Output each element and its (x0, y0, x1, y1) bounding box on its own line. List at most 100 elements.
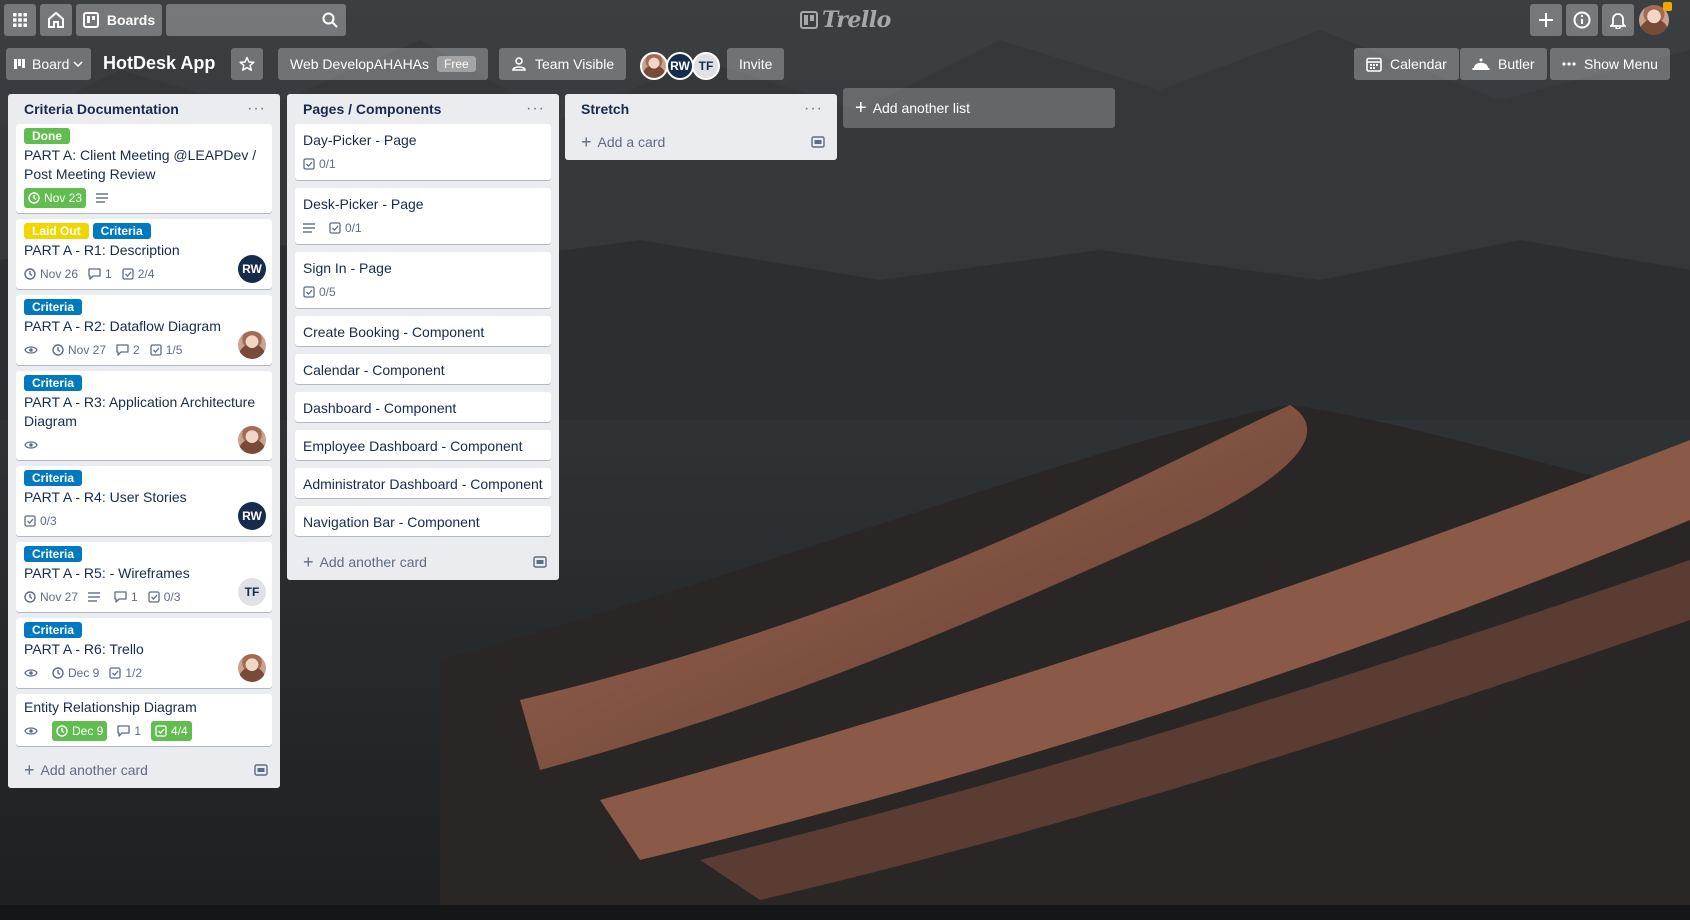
due-date-badge[interactable]: Nov 27 (24, 587, 78, 607)
card-member-avatar[interactable]: RW (238, 502, 266, 530)
home-icon (48, 11, 64, 28)
due-date-text: Nov 26 (40, 267, 79, 281)
card[interactable]: Criteria PART A - R3: Application Archite… (16, 371, 272, 460)
plus-icon: + (855, 97, 867, 119)
list-menu-ellipsis-icon[interactable]: ··· (243, 100, 270, 118)
list-title[interactable]: Criteria Documentation (24, 101, 179, 117)
add-card-button[interactable]: + Add another card (287, 544, 559, 580)
card[interactable]: Laid Out Criteria PART A - R1: Description… (16, 219, 272, 289)
card-label-blue[interactable]: Criteria (24, 299, 83, 315)
ellipsis-icon (1562, 62, 1576, 66)
due-date-text: Dec 9 (68, 666, 100, 680)
card-title: PART A - R6: Trello (24, 641, 144, 657)
due-date-text: Dec 9 (72, 724, 104, 738)
workspace-button[interactable]: Web DevelopAHAHAs Free (278, 48, 488, 80)
comments-count: 1 (131, 590, 138, 604)
butler-label: Butler (1498, 56, 1535, 72)
apps-grid-button[interactable] (4, 4, 36, 36)
star-board-button[interactable] (231, 48, 263, 80)
card[interactable]: Done PART A: Client Meeting @LEAPDev / Po… (16, 124, 272, 213)
clock-icon (52, 667, 64, 679)
card[interactable]: Navigation Bar - Component (295, 506, 551, 536)
show-menu-button[interactable]: Show Menu (1550, 48, 1670, 80)
card[interactable]: Create Booking - Component (295, 316, 551, 346)
boards-button[interactable]: Boards (76, 4, 162, 36)
card-template-icon[interactable] (811, 136, 825, 148)
due-date-badge[interactable]: Nov 27 (52, 340, 106, 360)
card-label-blue[interactable]: Criteria (24, 546, 83, 562)
checklist-icon (24, 515, 36, 527)
card-template-icon[interactable] (254, 764, 268, 776)
add-card-button[interactable]: + Add another card (8, 752, 280, 788)
list-title[interactable]: Pages / Components (303, 101, 441, 117)
card-label-blue[interactable]: Criteria (24, 622, 83, 638)
due-date-badge[interactable]: Nov 26 (24, 264, 78, 284)
card-member-avatar[interactable] (238, 426, 266, 454)
invite-label: Invite (739, 56, 773, 72)
card-label-blue[interactable]: Criteria (24, 375, 83, 391)
description-icon (303, 223, 315, 233)
list-header[interactable]: Criteria Documentation ··· (8, 94, 280, 124)
card-member-avatar[interactable]: RW (238, 255, 266, 283)
visibility-button[interactable]: Team Visible (499, 48, 627, 80)
search-icon[interactable] (322, 12, 338, 28)
card[interactable]: Criteria PART A - R6: Trello Dec 9 1/2 (16, 618, 272, 688)
card-member-avatar[interactable]: TF (238, 578, 266, 606)
card[interactable]: Criteria PART A - R5: - Wireframes Nov 27 1… (16, 542, 272, 612)
card-label-green[interactable]: Done (24, 128, 70, 144)
card-badges: 0/1 (303, 152, 543, 176)
info-button[interactable] (1566, 4, 1598, 36)
due-date-badge[interactable]: Dec 9 (52, 721, 108, 741)
list-menu-ellipsis-icon[interactable]: ··· (522, 100, 549, 118)
member-avatar-photo[interactable] (640, 52, 668, 80)
due-date-text: Nov 27 (40, 590, 79, 604)
card[interactable]: Employee Dashboard - Component (295, 430, 551, 460)
add-another-list-button[interactable]: + Add another list (843, 88, 1115, 128)
card-label-blue[interactable]: Criteria (92, 223, 151, 239)
butler-button[interactable]: Butler (1460, 48, 1547, 80)
due-date-badge[interactable]: Nov 23 (24, 188, 87, 208)
comments-badge: 1 (114, 587, 138, 607)
board-title[interactable]: HotDesk App (103, 53, 215, 74)
card-label-blue[interactable]: Criteria (24, 470, 83, 486)
notifications-button[interactable] (1602, 4, 1634, 36)
card-label-yellow[interactable]: Laid Out (24, 223, 89, 239)
create-button[interactable] (1530, 4, 1562, 36)
home-button[interactable] (40, 4, 72, 36)
description-badge (88, 587, 104, 607)
card[interactable]: Day-Picker - Page 0/1 (295, 124, 551, 180)
card[interactable]: Criteria PART A - R4: User Stories 0/3 RW (16, 466, 272, 536)
board-view-switcher[interactable]: Board (6, 48, 92, 80)
card[interactable]: Sign In - Page 0/5 (295, 252, 551, 308)
list: Pages / Components ··· Day-Picker - Page… (287, 94, 559, 580)
card[interactable]: Entity Relationship Diagram Dec 9 1 4/4 (16, 694, 272, 746)
list-header[interactable]: Stretch ··· (565, 94, 837, 124)
watch-eye-icon (24, 346, 38, 354)
card[interactable]: Criteria PART A - R2: Dataflow Diagram Nov… (16, 295, 272, 365)
search-input[interactable] (166, 4, 346, 36)
member-avatar-rw[interactable]: RW (666, 52, 694, 80)
card[interactable]: Administrator Dashboard - Component (295, 468, 551, 498)
checklist-icon (329, 222, 341, 234)
plus-icon: + (581, 132, 592, 152)
list-title[interactable]: Stretch (581, 101, 629, 117)
list-cards: Day-Picker - Page 0/1 Desk-Picker - Page 0/… (287, 124, 559, 536)
card[interactable]: Dashboard - Component (295, 392, 551, 422)
search-box[interactable] (166, 4, 346, 36)
invite-button[interactable]: Invite (727, 48, 785, 80)
card-template-icon[interactable] (533, 556, 547, 568)
card-member-avatar[interactable] (238, 654, 266, 682)
due-date-badge[interactable]: Dec 9 (52, 663, 99, 683)
list-menu-ellipsis-icon[interactable]: ··· (800, 100, 827, 118)
add-card-button[interactable]: + Add a card (565, 124, 837, 160)
card-title: Sign In - Page (303, 260, 392, 276)
show-menu-label: Show Menu (1584, 56, 1658, 72)
card[interactable]: Calendar - Component (295, 354, 551, 384)
member-avatar-tf[interactable]: TF (692, 52, 720, 80)
card-title: PART A - R3: Application Architecture Di… (24, 394, 256, 429)
list-header[interactable]: Pages / Components ··· (287, 94, 559, 124)
trello-logo[interactable]: Trello (800, 6, 891, 34)
calendar-button[interactable]: Calendar (1354, 48, 1459, 80)
card-member-avatar[interactable] (238, 331, 266, 359)
card[interactable]: Desk-Picker - Page 0/1 (295, 188, 551, 244)
